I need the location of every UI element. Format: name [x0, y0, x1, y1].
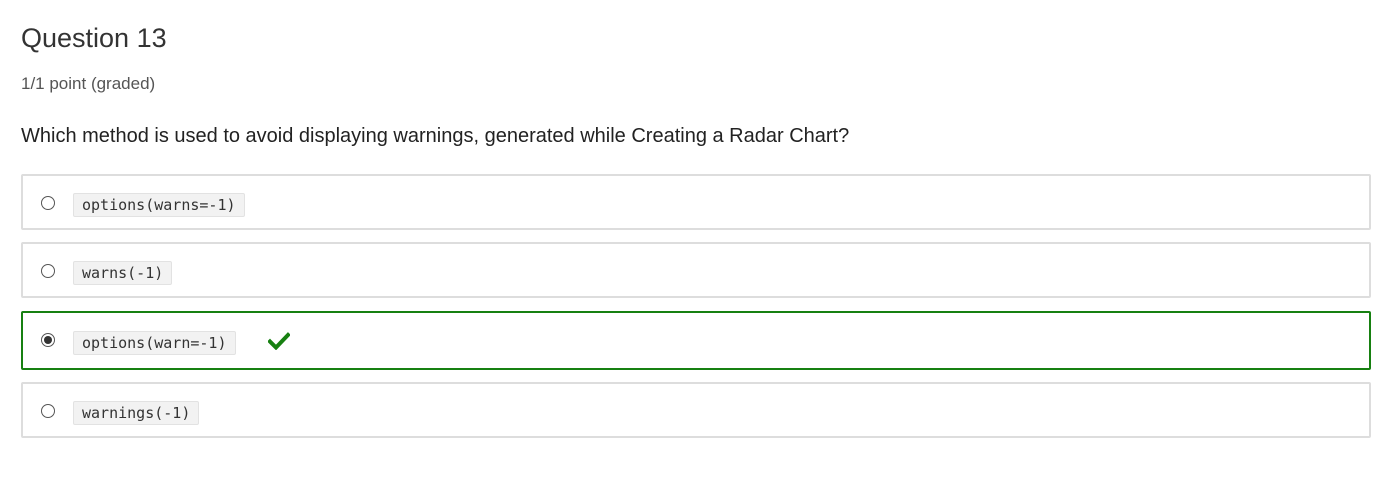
choice-option-4[interactable]: warnings(-1) [21, 382, 1371, 438]
radio-button-1[interactable] [41, 196, 55, 210]
radio-button-4[interactable] [41, 404, 55, 418]
checkmark-icon [268, 332, 290, 350]
question-points: 1/1 point (graded) [21, 74, 156, 93]
choice-option-2[interactable]: warns(-1) [21, 242, 1371, 298]
choice-option-1[interactable]: options(warns=-1) [21, 174, 1371, 230]
question-title: Question 13 [21, 23, 167, 53]
radio-button-3-selected[interactable] [41, 333, 55, 347]
choice-code-2: warns(-1) [73, 261, 173, 285]
choice-option-3[interactable]: options(warn=-1) [21, 311, 1371, 370]
choice-code-4: warnings(-1) [73, 401, 200, 425]
choice-code-1: options(warns=-1) [73, 193, 245, 217]
radio-button-2[interactable] [41, 264, 55, 278]
question-prompt: Which method is used to avoid displaying… [21, 125, 850, 147]
choice-code-3: options(warn=-1) [73, 331, 236, 355]
